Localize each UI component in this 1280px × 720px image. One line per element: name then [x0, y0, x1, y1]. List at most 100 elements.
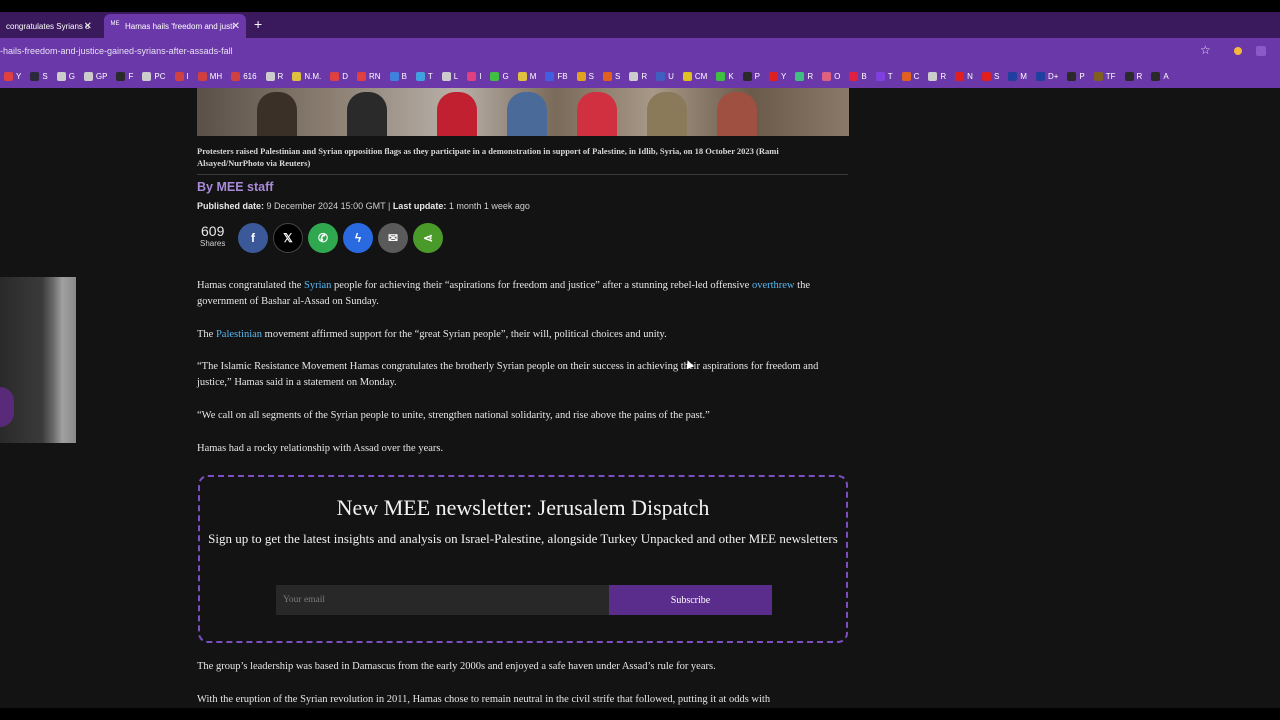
- bookmark-item[interactable]: O: [822, 71, 841, 81]
- new-tab-plus-icon[interactable]: +: [254, 16, 262, 32]
- bookmark-item[interactable]: N.M.: [292, 71, 321, 81]
- paragraph-1: Hamas congratulated the Syrian people fo…: [197, 278, 837, 310]
- bookmark-item[interactable]: M: [517, 71, 536, 81]
- bookmark-item[interactable]: C: [901, 71, 919, 81]
- bookmark-item[interactable]: S: [30, 71, 48, 81]
- bookmark-item[interactable]: R: [629, 71, 648, 81]
- extension-icon[interactable]: [1256, 46, 1266, 56]
- tab-previous[interactable]: congratulates Syrians o ✕: [0, 14, 98, 38]
- bookmark-item[interactable]: B: [389, 71, 407, 81]
- close-icon[interactable]: ✕: [232, 21, 240, 32]
- bookmark-item[interactable]: K: [716, 71, 734, 81]
- email-field[interactable]: [276, 585, 609, 615]
- bookmark-label: 616: [243, 71, 257, 81]
- bookmark-item[interactable]: 616: [231, 71, 257, 81]
- bookmark-item[interactable]: Y: [4, 71, 21, 81]
- address-bar[interactable]: -hails-freedom-and-justice-gained-syrian…: [0, 38, 1280, 64]
- x-share-button[interactable]: 𝕏: [273, 223, 303, 253]
- bookmark-item[interactable]: D: [330, 71, 348, 81]
- bookmark-favicon-icon: [545, 71, 555, 81]
- subscribe-button[interactable]: Subscribe: [609, 585, 772, 615]
- bookmark-item[interactable]: RN: [357, 71, 381, 81]
- bookmark-favicon-icon: [116, 71, 126, 81]
- url-text[interactable]: -hails-freedom-and-justice-gained-syrian…: [0, 46, 233, 56]
- close-icon[interactable]: ✕: [84, 21, 92, 32]
- bookmark-item[interactable]: B: [849, 71, 867, 81]
- bookmark-item[interactable]: D+: [1035, 71, 1058, 81]
- hero-figure: [437, 92, 477, 136]
- bookmark-item[interactable]: P: [742, 71, 761, 81]
- bookmark-item[interactable]: MH: [197, 71, 222, 81]
- text: Hamas congratulated the: [197, 280, 304, 291]
- more-share-button[interactable]: ⋖: [413, 223, 443, 253]
- bookmark-item[interactable]: R: [928, 71, 946, 81]
- bookmark-item[interactable]: T: [415, 71, 433, 81]
- bookmark-favicon-icon: [795, 71, 805, 81]
- bookmark-label: O: [834, 71, 841, 81]
- bookmark-favicon-icon: [1151, 71, 1161, 81]
- bookmark-item[interactable]: S: [602, 71, 620, 81]
- bookmark-favicon-icon: [716, 71, 726, 81]
- palestinian-link[interactable]: Palestinian: [216, 329, 262, 340]
- messenger-share-button[interactable]: ϟ: [343, 223, 373, 253]
- author-link[interactable]: MEE staff: [216, 180, 273, 194]
- bookmark-item[interactable]: S: [981, 71, 999, 81]
- bookmark-item[interactable]: M: [1008, 71, 1027, 81]
- bookmark-item[interactable]: G: [56, 71, 75, 81]
- syrian-link[interactable]: Syrian: [304, 280, 331, 291]
- bookmark-label: B: [401, 71, 407, 81]
- bookmark-label: R: [641, 71, 648, 81]
- whatsapp-share-button[interactable]: ✆: [308, 223, 338, 253]
- bookmark-favicon-icon: [265, 71, 275, 81]
- bookmark-item[interactable]: G: [490, 71, 509, 81]
- bookmark-item[interactable]: I: [467, 71, 482, 81]
- bookmark-item[interactable]: PC: [142, 71, 166, 81]
- paragraph-7: With the eruption of the Syrian revoluti…: [197, 694, 771, 705]
- bookmark-star-icon[interactable]: ☆: [1200, 43, 1211, 57]
- paragraph-2: The Palestinian movement affirmed suppor…: [197, 327, 837, 343]
- facebook-share-button[interactable]: f: [238, 223, 268, 253]
- bookmark-label: M: [1020, 71, 1027, 81]
- bookmark-item[interactable]: CM: [682, 71, 707, 81]
- bookmark-item[interactable]: TF: [1093, 71, 1116, 81]
- bookmark-item[interactable]: F: [116, 71, 133, 81]
- bookmark-item[interactable]: T: [875, 71, 893, 81]
- bookmark-item[interactable]: L: [441, 71, 458, 81]
- os-bottom-bar: [0, 708, 1280, 720]
- bookmark-label: P: [754, 71, 761, 81]
- bookmark-label: I: [479, 71, 482, 81]
- bookmark-label: G: [502, 71, 509, 81]
- bookmark-item[interactable]: P: [1067, 71, 1085, 81]
- tab-active[interactable]: ME Hamas hails 'freedom and justi ✕: [104, 14, 246, 38]
- bookmark-item[interactable]: R: [265, 71, 283, 81]
- published-label: Published date:: [197, 201, 265, 211]
- hero-figure: [257, 92, 297, 136]
- bookmark-item[interactable]: Y: [769, 71, 786, 81]
- bookmark-favicon-icon: [602, 71, 612, 81]
- hero-figure: [347, 92, 387, 136]
- whatsapp-icon: ✆: [317, 231, 329, 245]
- extension-icon[interactable]: [1234, 47, 1242, 55]
- newsletter-subtitle: Sign up to get the latest insights and a…: [208, 531, 838, 546]
- bookmark-item[interactable]: A: [1151, 71, 1169, 81]
- email-share-button[interactable]: ✉: [378, 223, 408, 253]
- bookmark-item[interactable]: N: [955, 71, 973, 81]
- bookmark-item[interactable]: I: [174, 71, 189, 81]
- bookmark-favicon-icon: [517, 71, 527, 81]
- bookmark-item[interactable]: R: [1124, 71, 1143, 81]
- update-label: Last update:: [392, 201, 447, 211]
- bookmark-favicon-icon: [1035, 71, 1045, 81]
- bookmark-item[interactable]: R: [795, 71, 813, 81]
- bookmark-item[interactable]: GP: [83, 71, 107, 81]
- date-separator: |: [387, 201, 391, 211]
- bookmark-item[interactable]: U: [656, 71, 674, 81]
- article-dates: Published date: 9 December 2024 15:00 GM…: [197, 201, 530, 211]
- bookmark-item[interactable]: S: [576, 71, 594, 81]
- bookmark-item[interactable]: FB: [545, 71, 568, 81]
- article-page: Protesters raised Palestinian and Syrian…: [0, 88, 1280, 708]
- bookmark-favicon-icon: [292, 71, 302, 81]
- bookmark-favicon-icon: [197, 71, 207, 81]
- bookmark-label: R: [1136, 71, 1143, 81]
- paragraph-4: “We call on all segments of the Syrian p…: [197, 410, 710, 421]
- overthrew-link[interactable]: overthrew: [752, 280, 795, 291]
